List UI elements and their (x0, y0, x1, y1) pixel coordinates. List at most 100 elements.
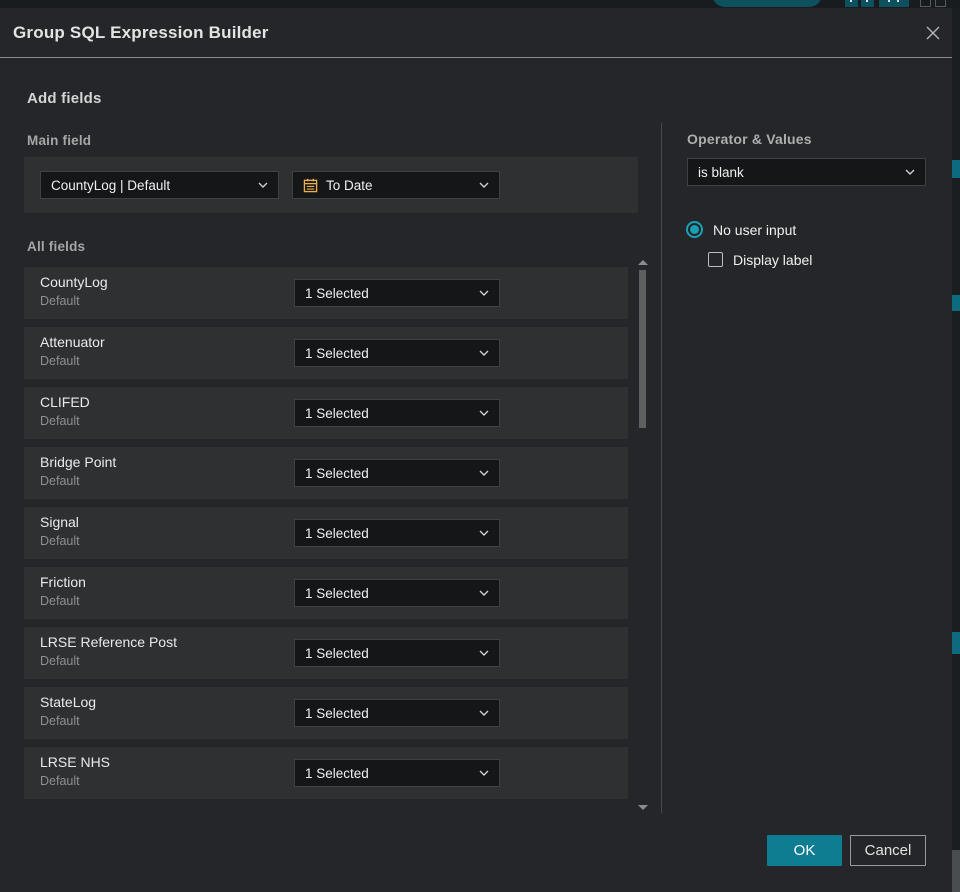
field-subtitle: Default (40, 774, 80, 788)
operator-select[interactable]: is blank (687, 158, 926, 186)
field-name: Signal (40, 514, 79, 530)
chevron-down-icon (479, 350, 489, 356)
chevron-down-icon (479, 650, 489, 656)
background-panel-sliver (952, 8, 960, 892)
list-scrollbar[interactable] (636, 258, 650, 812)
chevron-down-icon (905, 169, 915, 175)
field-selection-select[interactable]: 1 Selected (294, 699, 500, 727)
background-fragment (952, 160, 960, 178)
field-name: Friction (40, 574, 86, 590)
field-row: StateLog Default 1 Selected (24, 687, 628, 739)
operator-select-value: is blank (698, 164, 744, 180)
field-row: Bridge Point Default 1 Selected (24, 447, 628, 499)
background-toolbar-button (879, 0, 909, 7)
add-fields-heading: Add fields (27, 90, 102, 107)
main-field-container: CountyLog | Default To Date (24, 157, 638, 213)
chevron-down-icon (479, 530, 489, 536)
field-subtitle: Default (40, 474, 80, 488)
field-name: Bridge Point (40, 454, 117, 470)
field-selection-value: 1 Selected (305, 285, 369, 301)
main-field-select-value: CountyLog | Default (51, 177, 171, 193)
field-selection-select[interactable]: 1 Selected (294, 759, 500, 787)
chevron-down-icon (479, 182, 489, 188)
field-name: StateLog (40, 694, 97, 710)
field-name: LRSE NHS (40, 754, 111, 770)
date-field-select[interactable]: To Date (292, 171, 500, 199)
close-button[interactable] (920, 22, 946, 44)
all-fields-list: CountyLog Default 1 Selected Attenuator … (24, 267, 628, 807)
field-selection-select[interactable]: 1 Selected (294, 639, 500, 667)
field-subtitle: Default (40, 654, 80, 668)
field-selection-value: 1 Selected (305, 345, 369, 361)
field-selection-value: 1 Selected (305, 585, 369, 601)
display-label-checkbox[interactable] (708, 252, 723, 267)
group-sql-expression-builder-dialog: Group SQL Expression Builder Add fields … (0, 8, 952, 892)
background-toolbar-button (861, 0, 874, 7)
field-selection-select[interactable]: 1 Selected (294, 579, 500, 607)
display-label-label: Display label (733, 252, 813, 268)
field-selection-select[interactable]: 1 Selected (294, 339, 500, 367)
close-icon (924, 24, 942, 42)
radio-selected-dot (690, 225, 699, 234)
background-fragment (952, 632, 960, 654)
field-selection-value: 1 Selected (305, 465, 369, 481)
live-view-label: Live view (740, 0, 793, 2)
field-subtitle: Default (40, 534, 80, 548)
background-toolbar-sliver: Live view (0, 0, 960, 8)
field-name: Attenuator (40, 334, 105, 350)
panel-divider (661, 123, 662, 813)
background-toolbar-button (920, 0, 931, 7)
field-selection-value: 1 Selected (305, 525, 369, 541)
chevron-down-icon (479, 710, 489, 716)
field-subtitle: Default (40, 714, 80, 728)
chevron-down-icon (258, 182, 268, 188)
field-selection-select[interactable]: 1 Selected (294, 519, 500, 547)
field-row: Attenuator Default 1 Selected (24, 327, 628, 379)
background-fragment (952, 295, 960, 311)
chevron-down-icon (479, 590, 489, 596)
main-field-select[interactable]: CountyLog | Default (40, 171, 279, 199)
background-toolbar-button (845, 0, 858, 7)
field-subtitle: Default (40, 294, 80, 308)
field-selection-value: 1 Selected (305, 765, 369, 781)
field-row: CountyLog Default 1 Selected (24, 267, 628, 319)
field-name: CLIFED (40, 394, 90, 410)
field-subtitle: Default (40, 354, 80, 368)
chevron-down-icon (479, 410, 489, 416)
field-selection-select[interactable]: 1 Selected (294, 399, 500, 427)
calendar-icon (303, 178, 318, 193)
field-name: CountyLog (40, 274, 108, 290)
dialog-header: Group SQL Expression Builder (0, 8, 952, 57)
chevron-down-icon (479, 770, 489, 776)
field-row: Signal Default 1 Selected (24, 507, 628, 559)
field-selection-select[interactable]: 1 Selected (294, 279, 500, 307)
header-divider (0, 57, 952, 58)
dialog-title: Group SQL Expression Builder (13, 23, 269, 42)
operator-values-label: Operator & Values (687, 131, 812, 147)
field-selection-value: 1 Selected (305, 645, 369, 661)
background-fragment (952, 850, 960, 892)
field-row: CLIFED Default 1 Selected (24, 387, 628, 439)
chevron-down-icon (479, 470, 489, 476)
field-row: Friction Default 1 Selected (24, 567, 628, 619)
scroll-up-arrow-icon[interactable] (638, 260, 648, 265)
field-subtitle: Default (40, 594, 80, 608)
scroll-down-arrow-icon[interactable] (638, 805, 648, 810)
main-field-label: Main field (27, 133, 92, 148)
field-row: LRSE Reference Post Default 1 Selected (24, 627, 628, 679)
field-subtitle: Default (40, 414, 80, 428)
ok-button[interactable]: OK (767, 835, 842, 866)
field-name: LRSE Reference Post (40, 634, 177, 650)
field-selection-value: 1 Selected (305, 705, 369, 721)
live-view-toggle: Live view (712, 0, 822, 7)
all-fields-label: All fields (27, 239, 86, 254)
field-row: LRSE NHS Default 1 Selected (24, 747, 628, 799)
no-user-input-radio[interactable] (686, 221, 703, 238)
field-selection-value: 1 Selected (305, 405, 369, 421)
cancel-button[interactable]: Cancel (850, 835, 926, 866)
date-field-select-value: To Date (326, 177, 373, 193)
no-user-input-label: No user input (713, 222, 797, 238)
field-selection-select[interactable]: 1 Selected (294, 459, 500, 487)
chevron-down-icon (479, 290, 489, 296)
scrollbar-thumb[interactable] (639, 270, 646, 428)
